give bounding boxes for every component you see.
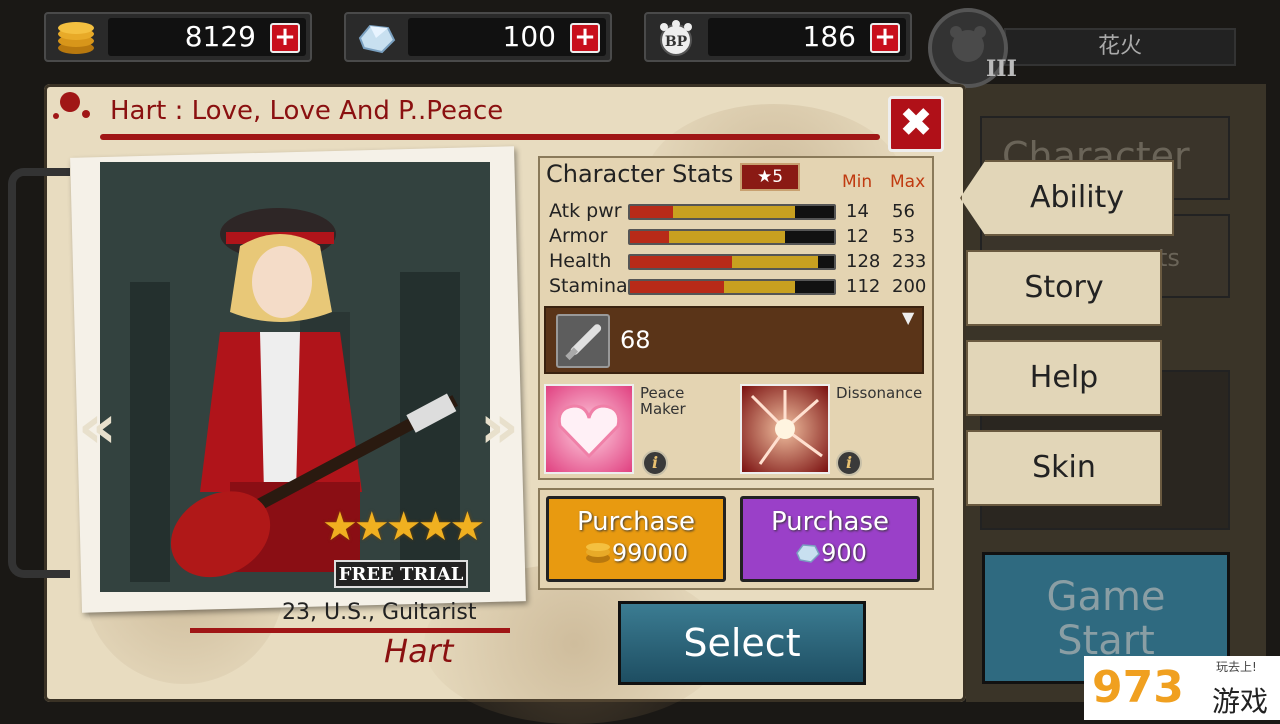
stat-min: 128 [846,251,881,272]
bp-paw-icon: BP [654,20,698,56]
rank-badge: ★5 [740,163,800,191]
purchase-gold-price-row: 99000 [549,539,723,567]
info-icon[interactable]: i [836,450,862,476]
purchase-gem-button[interactable]: Purchase 900 [740,496,920,582]
purchase-gem-price-row: 900 [743,539,917,567]
player-rank: III [986,56,1017,82]
stat-bar [628,279,836,295]
rarity-stars: ★★★★★ [322,504,485,550]
gold-coins-icon [54,20,98,56]
watermark-text: 游戏 [1212,685,1269,718]
frame-handle [8,168,70,578]
gold-currency: 8129 + [44,12,312,62]
stat-label: Atk pwr [549,200,622,222]
select-button[interactable]: Select [618,601,866,685]
stats-title: Character Stats [546,160,734,188]
watermark-digits: 973 [1092,662,1184,713]
stat-bar [628,204,836,220]
purchase-gold-price: 99000 [611,539,689,567]
stat-min: 12 [846,226,869,247]
skill-dissonance-icon[interactable] [740,384,830,474]
purchase-gold-button[interactable]: Purchase 99000 [546,496,726,582]
dialog-title: Hart : Love, Love And P..Peace [110,96,504,126]
tab-skin[interactable]: Skin [966,430,1162,506]
stat-label: Armor [549,225,608,247]
prev-character-arrow[interactable]: « [78,392,117,462]
tab-help[interactable]: Help [966,340,1162,416]
bp-currency: BP 186 + [644,12,912,62]
stat-bar-max [723,281,796,293]
stat-min: 14 [846,201,869,222]
gold-coins-icon [585,543,610,563]
stat-bar-max [672,206,796,218]
baseball-bat-icon [556,314,610,368]
purchase-gem-label: Purchase [770,507,890,537]
stat-bar-min [630,206,673,218]
weapon-value: 68 [620,326,651,354]
character-info: 23, U.S., Guitarist [282,600,477,625]
name-underline [190,628,510,633]
purchase-gem-price: 900 [821,539,867,567]
info-icon[interactable]: i [642,450,668,476]
skill-1-name-line2: Maker [640,400,686,418]
tab-ability[interactable]: Ability [960,160,1174,236]
next-character-arrow[interactable]: » [480,392,519,462]
skill-1-name-line1: Peace [640,384,685,402]
min-header: Min [842,172,873,192]
crystal-icon [354,20,398,56]
game-start-line1: Game [1046,574,1166,620]
stat-bar-max [732,256,818,268]
stat-max: 233 [892,251,927,272]
character-name: Hart [384,632,454,670]
add-bp-button[interactable]: + [870,23,900,53]
stat-bar-min [630,256,732,268]
add-gold-button[interactable]: + [270,23,300,53]
stat-label: Stamina [549,275,628,297]
stat-bar [628,229,836,245]
add-gem-button[interactable]: + [570,23,600,53]
stat-bar [628,254,836,270]
skill-2-name: Dissonance [836,384,923,402]
stat-bar-min [630,231,669,243]
free-trial-badge: FREE TRIAL [334,560,468,588]
watermark-tag: 玩去上! [1216,660,1257,674]
stat-max: 53 [892,226,915,247]
title-underline [100,134,880,140]
blood-splatter-icon [48,88,98,124]
crystal-icon [796,544,821,563]
stat-min: 112 [846,276,881,297]
tab-story[interactable]: Story [966,250,1162,326]
gem-currency: 100 + [344,12,612,62]
purchase-gold-label: Purchase [576,507,696,537]
watermark-logo: 973 游戏 玩去上! [1084,656,1280,720]
bp-badge-text: BP [665,34,688,50]
chevron-down-icon[interactable]: ▼ [902,308,914,327]
stat-max: 200 [892,276,927,297]
max-header: Max [890,172,926,192]
stat-bar-min [630,281,724,293]
skill-peace-maker-icon[interactable] [544,384,634,474]
stat-bar-max [668,231,786,243]
close-button[interactable]: ✖ [888,96,944,152]
stat-label: Health [549,250,612,272]
stat-max: 56 [892,201,915,222]
player-name[interactable]: 花火 [1004,28,1236,66]
